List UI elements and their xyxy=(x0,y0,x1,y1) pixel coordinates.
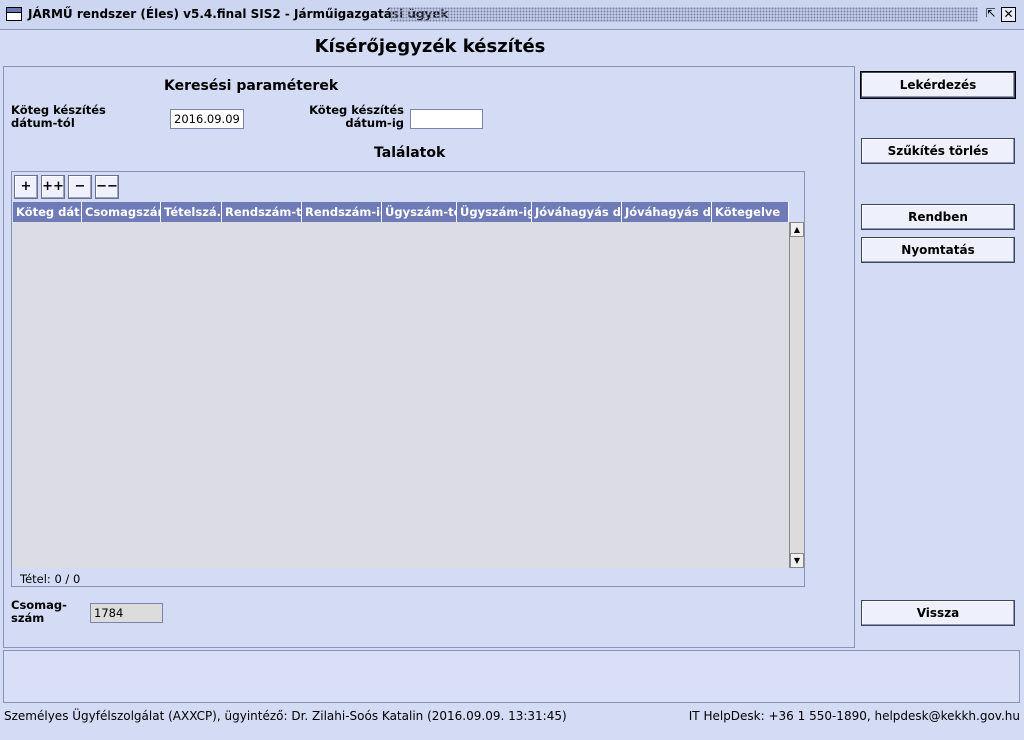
window-title: JÁRMŰ rendszer (Éles) v5.4.final SIS2 - … xyxy=(28,7,449,21)
titlebar-grip xyxy=(390,7,978,22)
results-title: Találatok xyxy=(374,145,446,161)
grid-header: Köteg dát... Csomagszám Tételszá... Rend… xyxy=(13,202,789,222)
column-header-ugyszam-tol[interactable]: Ügyszám-tól xyxy=(382,202,457,222)
column-header-ugyszam-ig[interactable]: Ügyszám-ig xyxy=(457,202,532,222)
package-label: Csomag- szám xyxy=(11,599,67,625)
print-button[interactable]: Nyomtatás xyxy=(861,237,1015,263)
query-button[interactable]: Lekérdezés xyxy=(861,72,1015,98)
window-titlebar: JÁRMŰ rendszer (Éles) v5.4.final SIS2 - … xyxy=(0,0,1024,30)
date-to-input[interactable] xyxy=(410,109,483,129)
date-from-label: Köteg készítés dátum-tól xyxy=(11,104,106,130)
ok-button[interactable]: Rendben xyxy=(861,204,1015,230)
search-params-title: Keresési paraméterek xyxy=(164,78,339,94)
back-button[interactable]: Vissza xyxy=(861,600,1015,626)
footer-user-info: Személyes Ügyfélszolgálat (AXXCP), ügyin… xyxy=(4,709,567,723)
column-header-rendszam-ig[interactable]: Rendszám-ig xyxy=(302,202,382,222)
grid-status: Tétel: 0 / 0 xyxy=(20,572,81,586)
footer-helpdesk: IT HelpDesk: +36 1 550-1890, helpdesk@ke… xyxy=(688,709,1020,723)
scroll-down-icon[interactable]: ▼ xyxy=(790,553,804,568)
expand-all-icon[interactable]: ++ xyxy=(41,175,65,199)
grid-vertical-scrollbar[interactable]: ▲ ▼ xyxy=(789,222,804,568)
main-panel: Keresési paraméterek Köteg készítés dátu… xyxy=(3,66,855,648)
date-to-label: Köteg készítés dátum-ig xyxy=(304,104,404,130)
column-header-kotegelve[interactable]: Kötegelve xyxy=(712,202,789,222)
collapse-all-icon[interactable]: −− xyxy=(95,175,119,199)
column-header-jovahagyas-2[interactable]: Jóváhagyás d... xyxy=(622,202,712,222)
grid-body[interactable] xyxy=(13,222,789,568)
page-title: Kísérőjegyzék készítés xyxy=(314,36,546,57)
package-label-line2: szám xyxy=(11,611,45,625)
date-from-label-line2: dátum-tól xyxy=(11,116,75,130)
package-number-field xyxy=(90,603,163,623)
message-panel xyxy=(3,650,1020,703)
column-header-csomagszam[interactable]: Csomagszám xyxy=(82,202,161,222)
date-from-input[interactable] xyxy=(170,109,244,129)
close-icon[interactable]: ✕ xyxy=(1001,7,1016,22)
scroll-up-icon[interactable]: ▲ xyxy=(790,222,804,237)
restore-icon[interactable]: ⇱ xyxy=(983,7,998,22)
date-to-label-line2: dátum-ig xyxy=(345,116,404,130)
expand-icon[interactable]: + xyxy=(14,175,38,199)
column-header-rendszam-tol[interactable]: Rendszám-tól xyxy=(222,202,302,222)
window-icon xyxy=(6,7,22,21)
column-header-koteg-datum[interactable]: Köteg dát... xyxy=(13,202,82,222)
results-grid: + ++ − −− Köteg dát... Csomagszám Tétels… xyxy=(11,171,805,587)
column-header-tetelszam[interactable]: Tételszá... xyxy=(161,202,222,222)
clear-filter-button[interactable]: Szűkítés törlés xyxy=(861,138,1015,164)
collapse-icon[interactable]: − xyxy=(68,175,92,199)
column-header-jovahagyas-1[interactable]: Jóváhagyás d... xyxy=(532,202,622,222)
